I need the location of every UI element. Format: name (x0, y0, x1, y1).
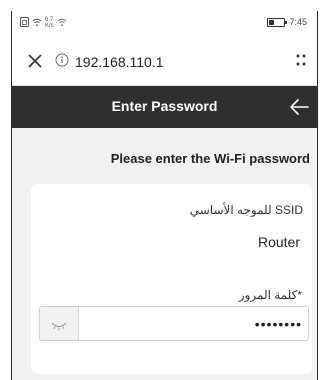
ssid-value: Router (257, 234, 300, 250)
phone-screen: 6.7 K/s 7:45 192.168.110.1 Enter Passwor… (11, 11, 318, 380)
eye-closed-icon (50, 318, 68, 331)
battery-icon (267, 17, 288, 27)
info-icon[interactable] (55, 53, 69, 67)
instruction-text: Please enter the Wi-Fi password (110, 151, 310, 166)
page-header: Enter Password (12, 86, 317, 128)
password-label: *كلمة المرور (238, 288, 302, 302)
menu-icon[interactable] (293, 52, 309, 68)
status-time: 7:45 (289, 17, 307, 27)
browser-url-bar: 192.168.110.1 (12, 39, 317, 86)
password-form-card: SSID للموجه الأساسي Router *كلمة المرور (31, 184, 312, 374)
speed-unit: K/s (45, 23, 54, 29)
wifi-icon (57, 18, 67, 29)
page-title: Enter Password (111, 98, 218, 114)
status-icons: 6.7 K/s (20, 17, 67, 29)
ssid-label: SSID للموجه الأساسي (189, 203, 303, 217)
status-right: 7:45 (267, 17, 307, 27)
network-speed-icon: 6.7 K/s (45, 17, 54, 29)
close-icon[interactable] (24, 50, 46, 72)
password-field (39, 306, 309, 341)
password-input[interactable] (80, 307, 302, 340)
back-arrow-icon[interactable] (288, 97, 310, 117)
status-bar: 6.7 K/s 7:45 (12, 11, 317, 39)
show-password-toggle[interactable] (40, 307, 79, 340)
sim-icon (20, 17, 29, 29)
url-text[interactable]: 192.168.110.1 (75, 54, 164, 70)
wifi-icon (32, 18, 42, 29)
